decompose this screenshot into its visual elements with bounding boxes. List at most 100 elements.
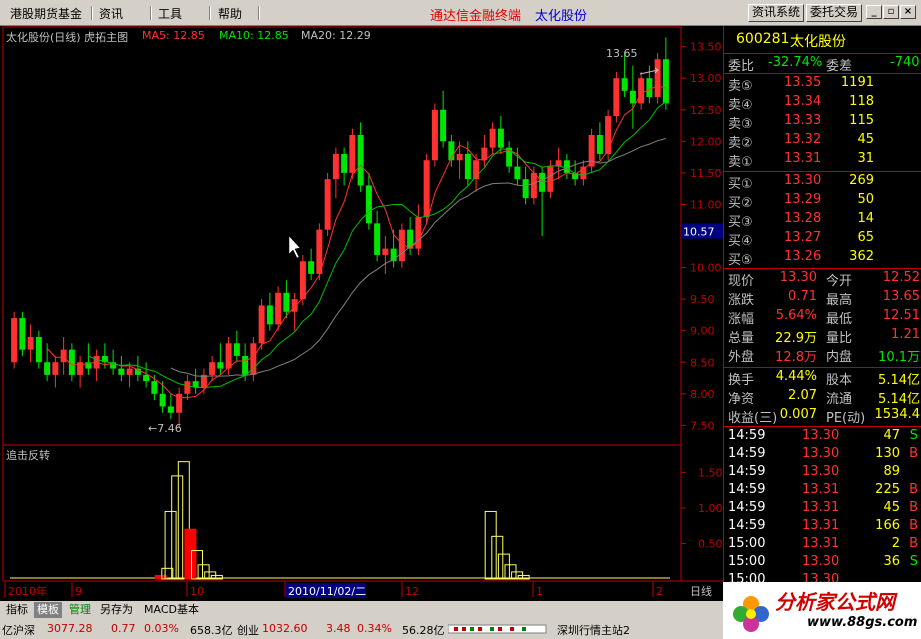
candle-body xyxy=(60,349,67,363)
fund-label: 收益(三) xyxy=(728,411,778,426)
tick-time: 15:00 xyxy=(728,554,766,569)
site-logo: 分析家公式网 www.88gs.com xyxy=(723,582,921,639)
tick-volume: 36 xyxy=(883,554,900,569)
candle-body xyxy=(514,166,521,180)
candle-body xyxy=(209,362,216,375)
price-axis-label: 8.00 xyxy=(690,388,715,401)
fund-label: 换手 xyxy=(728,373,755,388)
candle-body xyxy=(258,305,265,344)
buy-level-label: 买④ xyxy=(728,234,753,249)
indicator-axis-label: 0.50 xyxy=(698,537,723,550)
sell-price: 13.31 xyxy=(784,151,822,166)
server-station[interactable]: 深圳行情主站2 xyxy=(557,622,630,638)
stat-row: 外盘 12.8万 内盘 10.1万 xyxy=(724,345,921,365)
candle-body xyxy=(349,135,356,173)
candle-body xyxy=(357,135,364,186)
tick-time: 14:59 xyxy=(728,518,766,533)
fund-row: 换手 4.44% 股本 5.14亿 xyxy=(724,368,921,388)
tab-indicator[interactable]: 指标 xyxy=(3,602,31,618)
tick-volume: 89 xyxy=(883,464,900,479)
price-axis-label: 10.00 xyxy=(690,262,722,275)
price-axis-label: 13.50 xyxy=(690,41,722,54)
stat-value: 13.65 xyxy=(882,289,920,304)
app-title: 通达信金融终端 xyxy=(430,9,522,24)
stat-label: 外盘 xyxy=(728,350,755,365)
tick-side: B xyxy=(909,446,918,461)
time-axis-label: 9 xyxy=(75,585,82,598)
quote-panel: 600281 太化股份 委比 -32.74% 委差 -740 卖⑤ 13.35 11… xyxy=(723,26,921,601)
candle-body xyxy=(184,381,191,394)
kline-chart[interactable]: 13.5013.0012.5012.0011.5011.0010.5710.00… xyxy=(0,26,723,601)
price-axis-label: 10.57 xyxy=(683,226,715,239)
close-icon[interactable]: × xyxy=(900,5,916,19)
high-price-label: 13.65 xyxy=(606,47,638,60)
stat-value: 22.9万 xyxy=(775,331,817,346)
candle-body xyxy=(151,381,158,394)
tab-template[interactable]: 模板 xyxy=(34,602,62,618)
tick-row: 15:00 13.31 2 B xyxy=(724,535,921,554)
tick-row: 14:59 13.30 130 B xyxy=(724,445,921,464)
sh-label: 亿沪深 xyxy=(2,624,35,637)
tab-macd[interactable]: MACD基本 xyxy=(141,602,202,618)
candle-body xyxy=(654,59,661,98)
sell-row: 卖⑤ 13.35 1191 xyxy=(724,74,921,94)
menu-help[interactable]: 帮助 xyxy=(218,5,242,22)
app-stock-name: 太化股份 xyxy=(535,9,588,24)
stat-value: 10.1万 xyxy=(878,350,920,365)
fund-value: 5.14亿 xyxy=(878,392,920,407)
tick-row: 14:59 13.31 166 B xyxy=(724,517,921,536)
time-axis-label: 2010年 xyxy=(8,584,47,598)
tab-bar: 指标 模板 管理 另存为 MACD基本 xyxy=(0,601,723,619)
candle-body xyxy=(283,292,290,312)
candle-body xyxy=(423,160,430,218)
buy-row: 买⑤ 13.26 362 xyxy=(724,248,921,268)
tick-volume: 47 xyxy=(883,428,900,443)
candle-body xyxy=(456,153,463,161)
stat-label: 现价 xyxy=(728,274,755,289)
tick-side: S xyxy=(909,554,918,569)
fund-label: 股本 xyxy=(826,373,853,388)
tab-save-as[interactable]: 另存为 xyxy=(97,602,136,618)
menu-news[interactable]: 资讯 xyxy=(99,5,123,22)
cy-change: 3.48 xyxy=(326,622,351,635)
candle-body xyxy=(308,261,315,274)
candle-body xyxy=(143,374,150,382)
tick-side: B xyxy=(909,518,918,533)
stat-label: 总量 xyxy=(728,331,755,346)
stat-value: 12.8万 xyxy=(775,350,817,365)
candle-body xyxy=(27,337,34,350)
candle-body xyxy=(662,59,669,104)
tab-manage[interactable]: 管理 xyxy=(66,602,94,618)
candle-body xyxy=(35,337,42,363)
buy-row: 买④ 13.27 65 xyxy=(724,229,921,249)
sell-level-label: 卖③ xyxy=(728,117,753,132)
fund-row: 净资 2.07 流通 5.14亿 xyxy=(724,387,921,407)
candle-body xyxy=(629,90,636,104)
trade-button[interactable]: 委托交易 xyxy=(806,4,863,22)
menu-separator xyxy=(258,6,260,20)
time-axis-label: 12 xyxy=(405,585,419,598)
sell-price: 13.33 xyxy=(784,113,822,128)
candle-body xyxy=(646,78,653,98)
minimize-icon[interactable]: _ xyxy=(866,5,882,19)
price-axis-label: 9.50 xyxy=(690,293,715,306)
candle-body xyxy=(464,153,471,180)
sell-price: 13.32 xyxy=(784,132,822,147)
stat-label: 最低 xyxy=(826,312,853,327)
fund-row: 收益(三) 0.007 PE(动) 1534.4 xyxy=(724,406,921,426)
menu-hk-futures[interactable]: 港股期货基金 xyxy=(10,5,82,22)
tick-price: 13.31 xyxy=(802,536,840,551)
tick-price: 13.30 xyxy=(802,428,840,443)
restore-icon[interactable]: ▫ xyxy=(883,5,899,19)
sell-volume: 1191 xyxy=(840,75,874,90)
menu-separator xyxy=(150,6,152,20)
news-system-button[interactable]: 资讯系统 xyxy=(748,4,805,22)
price-axis-label: 7.50 xyxy=(690,419,715,432)
fund-value: 0.007 xyxy=(779,407,817,422)
fund-label: PE(动) xyxy=(826,411,866,426)
buy-price: 13.28 xyxy=(784,211,822,226)
menu-tools[interactable]: 工具 xyxy=(158,5,182,22)
buy-level-label: 买③ xyxy=(728,215,753,230)
stat-value: 0.71 xyxy=(788,289,817,304)
candle-body xyxy=(547,166,554,192)
